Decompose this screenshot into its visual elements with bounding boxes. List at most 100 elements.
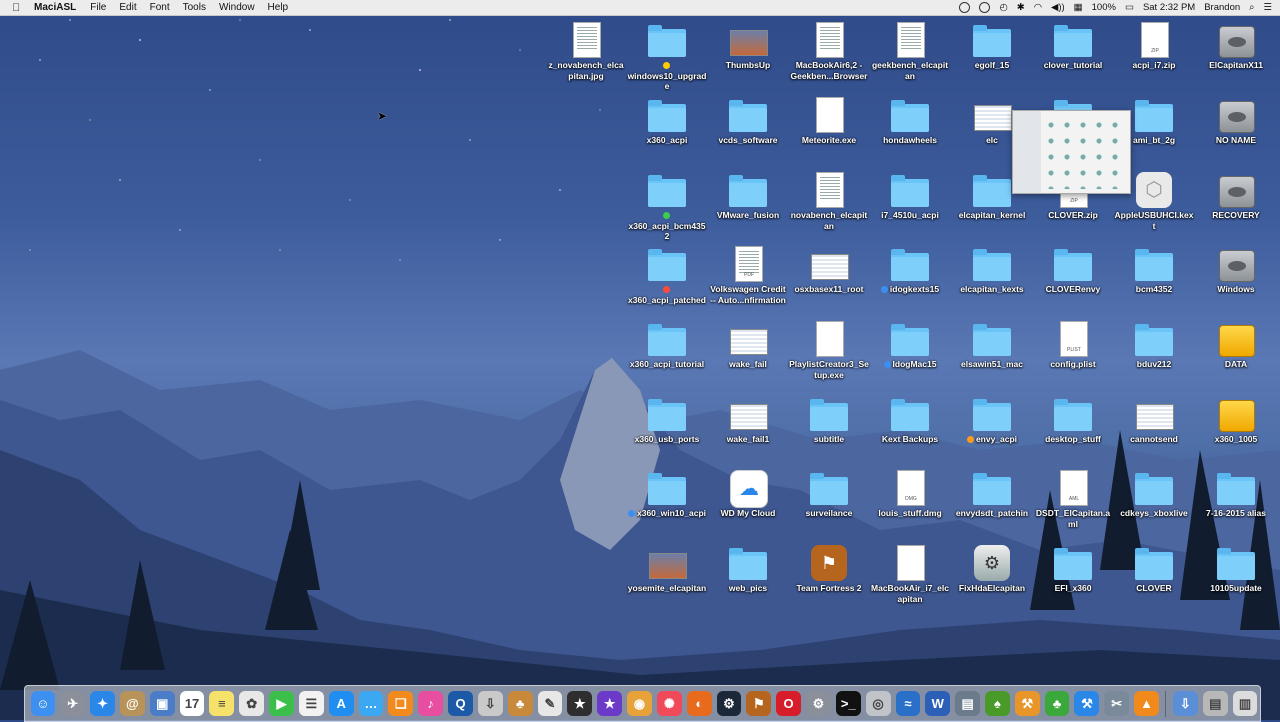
safari-icon[interactable]: ✦	[90, 691, 115, 716]
facetime-icon[interactable]: ▶	[269, 691, 294, 716]
downloads-icon[interactable]: ⇩	[1172, 691, 1198, 716]
desktop-item[interactable]: idogkexts15	[870, 246, 950, 320]
desktop-item[interactable]: x360_acpi_patched	[627, 246, 707, 320]
archive-icon[interactable]: ⇩	[477, 691, 503, 716]
desktop-item[interactable]: MacBookAir6,2 - Geekben...Browser	[789, 22, 869, 96]
contacts-icon[interactable]: @	[119, 691, 145, 716]
itunes-icon[interactable]: ♪	[418, 691, 444, 716]
desktop-item[interactable]: wake_fail	[708, 321, 788, 395]
desktop-item[interactable]: windows10_upgrade	[627, 22, 707, 96]
grapher-icon[interactable]: ★	[567, 691, 593, 716]
quicktime-icon[interactable]: Q	[448, 691, 473, 716]
desktop-item[interactable]: AML DSDT_ElCapitan.aml	[1033, 470, 1113, 544]
menu-tools[interactable]: Tools	[183, 2, 206, 13]
battery-percent[interactable]: 100%	[1092, 2, 1116, 13]
wifi-icon[interactable]: ◠	[1034, 2, 1042, 13]
desktop-item[interactable]: osxbasex11_root	[789, 246, 869, 320]
menu-file[interactable]: File	[90, 2, 106, 13]
desktop-item[interactable]: RECOVERY	[1196, 172, 1276, 246]
desktop-item[interactable]: novabench_elcapitan	[789, 172, 869, 246]
pinwheel-icon[interactable]: ✺	[656, 691, 682, 716]
xcode-icon[interactable]: ⚒	[1074, 691, 1100, 716]
desktop-item[interactable]: envydsdt_patchin	[952, 470, 1032, 544]
menu-font[interactable]: Font	[150, 2, 170, 13]
utilities-icon[interactable]: ✂	[1104, 691, 1130, 716]
desktop-item[interactable]: surveilance	[789, 470, 869, 544]
instruments-icon[interactable]: ♣	[507, 691, 533, 716]
desktop-item[interactable]: bduv212	[1114, 321, 1194, 395]
desktop-item[interactable]: Kext Backups	[870, 396, 950, 470]
desktop-item[interactable]: subtitle	[789, 396, 869, 470]
kextwizard-icon[interactable]: ♠	[985, 691, 1010, 716]
desktop-item[interactable]: VMware_fusion	[708, 172, 788, 246]
desktop-item[interactable]: web_pics	[708, 545, 788, 619]
desktop-item[interactable]: elsawin51_mac	[952, 321, 1032, 395]
menu-help[interactable]: Help	[268, 2, 289, 13]
app-menu-title[interactable]: MaciASL	[34, 2, 76, 13]
tf2-icon[interactable]: ⚑	[746, 691, 772, 716]
preview-icon[interactable]: ▣	[149, 691, 175, 716]
ibooks-icon[interactable]: ❏	[388, 691, 414, 716]
documents-icon[interactable]: ▤	[1202, 691, 1228, 716]
desktop-item[interactable]: geekbench_elcapitan	[870, 22, 950, 96]
desktop-item[interactable]: EFI_x360	[1033, 545, 1113, 619]
desktop-item[interactable]: ☁ WD My Cloud	[708, 470, 788, 544]
desktop-item[interactable]: 10105update	[1196, 545, 1276, 619]
desktop-item[interactable]: CLOVERenvy	[1033, 246, 1113, 320]
photos-icon[interactable]: ✿	[239, 691, 265, 716]
vlc-icon[interactable]: ▲	[1134, 691, 1159, 716]
desktop-item[interactable]: CLOVER	[1114, 545, 1194, 619]
desktop-item[interactable]: NO NAME	[1196, 97, 1276, 171]
messages-icon[interactable]: …	[358, 691, 384, 716]
desktop-item[interactable]: wake_fail1	[708, 396, 788, 470]
menu-window[interactable]: Window	[219, 2, 255, 13]
script-icon[interactable]: ✎	[537, 691, 563, 716]
desktop-item[interactable]: desktop_stuff	[1033, 396, 1113, 470]
desktop-item[interactable]: PlaylistCreator3_Setup.exe	[789, 321, 869, 395]
menu-edit[interactable]: Edit	[119, 2, 136, 13]
desktop-item[interactable]: z_novabench_elcapitan.jpg	[546, 22, 626, 96]
finder-preview-window[interactable]	[1012, 110, 1131, 194]
trash-icon[interactable]: ▥	[1232, 691, 1258, 716]
calendar-icon[interactable]: 17	[179, 691, 205, 716]
battery-icon[interactable]: ▭	[1125, 2, 1134, 13]
desktop-item[interactable]: hondawheels	[870, 97, 950, 171]
desktop-item[interactable]: x360_win10_acpi	[627, 470, 707, 544]
notification-center-icon[interactable]: ☰	[1263, 2, 1272, 13]
desktop-item[interactable]: MacBookAir_i7_elcapitan	[870, 545, 950, 619]
reminders-icon[interactable]: ☰	[298, 691, 324, 716]
notes-icon[interactable]: ≡	[209, 691, 235, 716]
desktop-item[interactable]: x360_1005	[1196, 396, 1276, 470]
flag-icon[interactable]: ▦	[1074, 2, 1083, 13]
terminal-icon[interactable]: >_	[835, 691, 861, 716]
desktop-item[interactable]: elcapitan_kexts	[952, 246, 1032, 320]
desktop-item[interactable]: cdkeys_xboxlive	[1114, 470, 1194, 544]
imovie-icon[interactable]: ★	[597, 691, 623, 716]
desktop-item[interactable]: DMG louis_stuff.dmg	[870, 470, 950, 544]
opera-icon[interactable]: O	[776, 691, 802, 716]
desktop-item[interactable]: vcds_software	[708, 97, 788, 171]
sysprefs-icon[interactable]: ⚙	[806, 691, 831, 716]
user-name[interactable]: Brandon	[1204, 2, 1240, 13]
desktop-item[interactable]: PLIST config.plist	[1033, 321, 1113, 395]
timer-icon[interactable]: ◴	[999, 2, 1007, 13]
diskutility-icon[interactable]: ◎	[865, 691, 891, 716]
steam-icon[interactable]: ⚙	[716, 691, 742, 716]
bluetooth-icon[interactable]: ✱	[1017, 2, 1025, 13]
desktop-item[interactable]: x360_acpi_tutorial	[627, 321, 707, 395]
desktop-item[interactable]: 7-16-2015 alias	[1196, 470, 1276, 544]
desktop-item[interactable]: envy_acpi	[952, 396, 1032, 470]
info-icon[interactable]	[979, 2, 991, 13]
desktop-item[interactable]: x360_usb_ports	[627, 396, 707, 470]
record-icon[interactable]	[959, 2, 971, 13]
firefox-icon[interactable]: ◐	[686, 691, 712, 716]
desktop-item[interactable]: PDF Volkswagen Credit -- Auto...nfirmatio…	[708, 246, 788, 320]
desktop-item[interactable]: yosemite_elcapitan	[627, 545, 707, 619]
activity-icon[interactable]: ≈	[895, 691, 921, 716]
desktop-item[interactable]: i7_4510u_acpi	[870, 172, 950, 246]
desktop-item[interactable]: ⚑ Team Fortress 2	[789, 545, 869, 619]
desktop-item[interactable]: DATA	[1196, 321, 1276, 395]
desktop-item[interactable]: ThumbsUp	[708, 22, 788, 96]
leaf-icon[interactable]: ♣	[1044, 691, 1070, 716]
desktop-item[interactable]: Meteorite.exe	[789, 97, 869, 171]
